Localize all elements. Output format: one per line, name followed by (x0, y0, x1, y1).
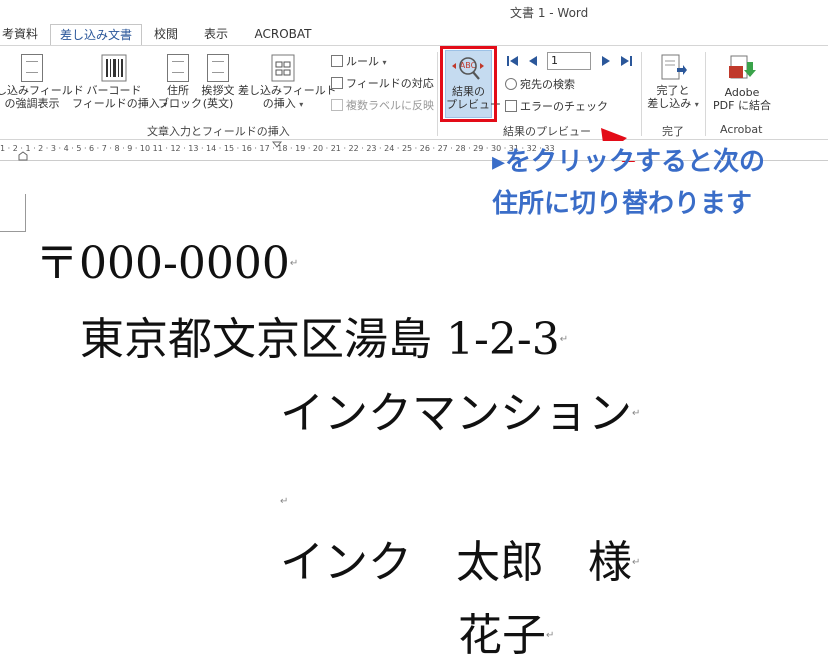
rules-button[interactable]: ルール ▾ (331, 54, 387, 71)
barcode-icon (101, 54, 127, 82)
greeting-line-button[interactable]: 挨拶文 (英文) (198, 54, 238, 110)
group-separator (705, 52, 706, 136)
highlight-merge-fields-button[interactable]: し込みフィールド の強調表示 (0, 54, 84, 110)
check-errors-icon (505, 100, 517, 112)
group-label-acrobat: Acrobat (720, 123, 763, 136)
check-errors-button[interactable]: エラーのチェック (505, 99, 608, 115)
next-record-icon[interactable] (599, 54, 613, 68)
indent-marker-icon[interactable] (18, 151, 28, 161)
group-separator (437, 52, 438, 136)
empty-paragraph: ↵ (280, 496, 289, 507)
adobe-pdf-icon (729, 55, 756, 79)
red-highlight-box (440, 46, 497, 122)
document-page[interactable]: 〒000-0000↵ 東京都文京区湯島 1-2-3↵ インクマンション↵ ↵ イ… (0, 162, 828, 667)
tab-acrobat[interactable]: ACROBAT (248, 24, 318, 46)
annotation-line-2: 住所に切り替わります (492, 189, 753, 219)
tab-mailings[interactable]: 差し込み文書 (50, 24, 142, 46)
right-indent-marker-icon[interactable] (272, 141, 282, 149)
tab-review[interactable]: 校閲 (148, 24, 184, 46)
recipient-name2-line: 花子↵ (458, 610, 555, 661)
last-record-icon[interactable] (619, 54, 633, 68)
finish-merge-icon (661, 54, 687, 80)
first-record-icon[interactable] (506, 54, 520, 68)
page-corner-mark (0, 194, 26, 232)
window-title: 文書 1 - Word (510, 6, 589, 20)
ribbon-tabs: 考資料 差し込み文書 校閲 表示 ACROBAT (0, 24, 828, 46)
document-icon (21, 54, 43, 82)
building-line: インクマンション↵ (280, 388, 641, 439)
annotation-line-1: ▸をクリックすると次の (492, 147, 766, 177)
group-label-preview: 結果のプレビュー (503, 125, 591, 138)
match-fields-icon (331, 77, 343, 89)
insert-merge-field-button[interactable]: 差し込みフィールド の挿入 ▾ (238, 54, 337, 111)
update-labels-button[interactable]: 複数ラベルに反映 (331, 98, 434, 114)
ribbon: し込みフィールド の強調表示 バーコード フィールドの挿入 ▾ 住所 ブロック … (0, 45, 828, 172)
postal-code-line: 〒000-0000↵ (35, 238, 299, 289)
tab-references[interactable]: 考資料 (0, 24, 40, 46)
tab-view[interactable]: 表示 (196, 24, 236, 46)
previous-record-icon[interactable] (526, 54, 540, 68)
title-bar: 文書 1 - Word (0, 0, 828, 22)
insert-barcode-field-button[interactable]: バーコード フィールドの挿入 ▾ (72, 54, 167, 111)
recipient-name-line: インク 太郎 様↵ (280, 537, 641, 588)
finish-merge-button[interactable]: 完了と 差し込み ▾ (644, 54, 702, 111)
address-line: 東京都文京区湯島 1-2-3↵ (80, 314, 569, 365)
update-labels-icon (331, 99, 343, 111)
group-label-finish: 完了 (662, 125, 684, 138)
insert-field-icon (271, 54, 295, 82)
record-number-field[interactable]: 1 (547, 52, 591, 70)
greeting-line-icon (207, 54, 229, 82)
address-block-button[interactable]: 住所 ブロック (158, 54, 202, 110)
rules-icon (331, 55, 343, 67)
group-label-write-insert: 文章入力とフィールドの挿入 (147, 125, 290, 138)
adobe-pdf-merge-button[interactable]: Adobe PDF に結合 (708, 54, 776, 112)
address-block-icon (167, 54, 189, 82)
match-fields-button[interactable]: フィールドの対応 (331, 76, 434, 92)
search-icon (505, 78, 517, 90)
find-recipient-button[interactable]: 宛先の検索 (505, 77, 575, 93)
